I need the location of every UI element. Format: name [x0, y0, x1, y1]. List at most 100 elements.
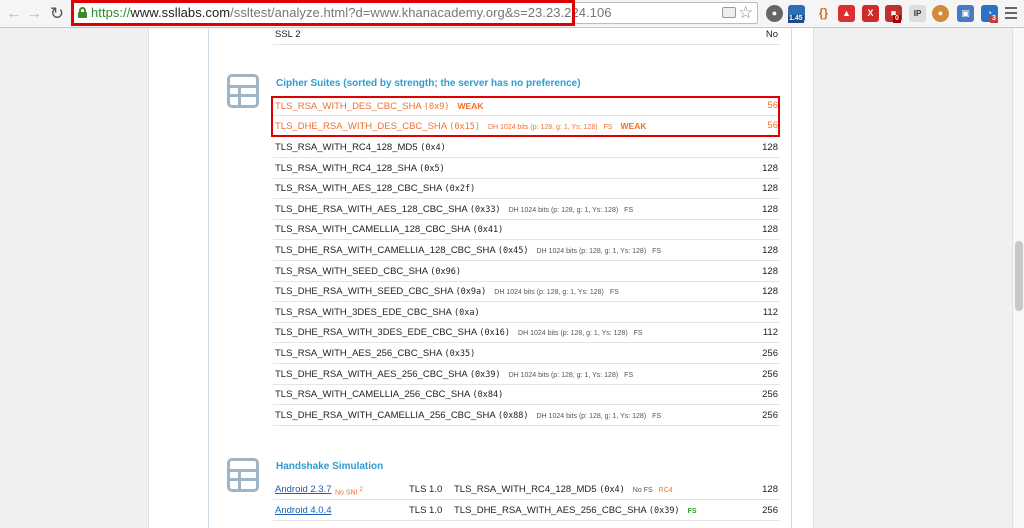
footnote-ref[interactable]: 2	[360, 487, 363, 493]
extension-counter-icon[interactable]: 1.45	[788, 5, 805, 23]
cipher-suite-name: TLS_DHE_RSA_WITH_CAMELLIA_256_CBC_SHA	[275, 409, 496, 421]
cipher-row: TLS_RSA_WITH_3DES_EDE_CBC_SHA (0xa) 112	[273, 303, 780, 323]
forward-secrecy-tag: FS	[652, 248, 662, 255]
no-sni-label: No SNI	[335, 489, 358, 497]
cipher-row: TLS_RSA_WITH_RC4_128_SHA (0x5) 128	[273, 159, 780, 179]
cipher-code: (0x39)	[469, 369, 501, 380]
cipher-name: TLS_RSA_WITH_AES_128_CBC_SHA (0x2f)	[275, 179, 475, 199]
cipher-code: (0x4)	[420, 143, 446, 153]
forward-secrecy-tag: FS	[652, 412, 662, 420]
client-link[interactable]: Android 2.3.7	[275, 480, 332, 500]
extension-braces-icon[interactable]: {}	[815, 5, 832, 22]
cipher-strength: 256	[762, 348, 778, 359]
extension-cookie-icon[interactable]: ●	[932, 5, 949, 22]
cipher-name: TLS_RSA_WITH_3DES_EDE_CBC_SHA (0xa)	[275, 303, 480, 323]
cipher-suite-name: TLS_RSA_WITH_RC4_128_SHA	[275, 162, 417, 174]
extension-x-icon[interactable]: X	[862, 5, 879, 22]
cipher-code: (0x9a)	[455, 287, 487, 298]
dh-params: DH 1024 bits (p: 128, g: 1, Ys: 128)	[508, 206, 619, 214]
extension-blocker-icon[interactable]: ■ 0	[885, 5, 902, 23]
extension-shield-icon[interactable]: ▲	[838, 5, 855, 22]
cipher-suite-name: TLS_DHE_RSA_WITH_CAMELLIA_128_CBC_SHA	[275, 245, 496, 256]
dh-params: DH 1024 bits (p: 128, g: 1, Ys: 128)	[508, 371, 619, 379]
protocol-name: SSL 2	[275, 29, 301, 40]
page-action-icon[interactable]	[722, 7, 736, 18]
forward-secrecy-tag: FS	[687, 508, 697, 515]
back-icon[interactable]: ←	[4, 4, 24, 24]
cipher-code: (0xa)	[453, 307, 480, 318]
protocol-version: TLS 1.0	[409, 505, 443, 516]
protocol-version: TLS 1.0	[409, 484, 443, 495]
cipher-suite-name: TLS_RSA_WITH_RC4_128_MD5	[454, 484, 597, 495]
reload-icon[interactable]: ↻	[47, 4, 67, 24]
cipher-name: TLS_DHE_RSA_WITH_AES_256_CBC_SHA (0x39) D…	[275, 365, 633, 386]
bookmark-star-icon[interactable]: ☆	[738, 3, 753, 23]
extension-window-icon[interactable]: ▣	[957, 5, 974, 22]
protocol-value: No	[765, 29, 778, 40]
cipher-suite-name: TLS_RSA_WITH_CAMELLIA_256_CBC_SHA	[275, 389, 470, 401]
cipher-name: TLS_RSA_WITH_CAMELLIA_128_CBC_SHA (0x41)	[275, 220, 503, 240]
cipher-strength: 128	[762, 245, 778, 256]
url-highlight-annotation	[71, 0, 575, 26]
cipher-name: TLS_DHE_RSA_WITH_CAMELLIA_128_CBC_SHA (0…	[275, 241, 661, 262]
cipher-strength: 128	[762, 183, 778, 195]
cipher-code: (0x2f)	[444, 184, 476, 195]
dh-params: DH 1024 bits (p: 128, g: 1, Ys: 128)	[494, 289, 604, 297]
no-sni-note: No SNI 2	[335, 480, 363, 503]
extension-badge: 1.45	[788, 15, 804, 23]
vertical-scrollbar[interactable]	[1012, 28, 1024, 528]
protocol-row: SSL 2 No	[273, 25, 780, 45]
scrollbar-thumb[interactable]	[1015, 241, 1023, 311]
cipher-row: TLS_RSA_WITH_CAMELLIA_256_CBC_SHA (0x84)…	[273, 385, 780, 406]
table-section-icon	[227, 458, 259, 492]
cipher-code: (0x4)	[599, 485, 625, 495]
client-link[interactable]: Android 4.0.4	[275, 501, 332, 521]
cipher-row: TLS_DHE_RSA_WITH_SEED_CBC_SHA (0x9a) DH 1…	[273, 282, 780, 303]
cipher-name: TLS_DHE_RSA_WITH_CAMELLIA_256_CBC_SHA (0…	[275, 406, 661, 427]
extension-signal-icon[interactable]: ◔ 3	[981, 5, 998, 23]
cipher-suite-name: TLS_RSA_WITH_SEED_CBC_SHA	[275, 265, 428, 277]
extension-globe-icon[interactable]: ●	[766, 5, 783, 22]
dh-params: DH 1024 bits (p: 128, g: 1, Ys: 128)	[518, 330, 628, 338]
cipher-row: TLS_DHE_RSA_WITH_CAMELLIA_128_CBC_SHA (0…	[273, 241, 780, 261]
cipher-code: (0x88)	[497, 410, 529, 421]
cipher-name: TLS_RSA_WITH_RC4_128_MD5 (0x4)	[275, 138, 446, 158]
cipher-suite-name: TLS_RSA_WITH_AES_128_CBC_SHA	[275, 183, 442, 195]
cipher-row: TLS_RSA_WITH_CAMELLIA_128_CBC_SHA (0x41)…	[273, 220, 780, 241]
cipher-name: TLS_RSA_WITH_RC4_128_SHA (0x5)	[275, 159, 445, 179]
table-section-icon	[227, 74, 259, 108]
cipher-code: (0x16)	[479, 328, 511, 339]
forward-secrecy-tag: FS	[624, 371, 634, 379]
extension-ip-icon[interactable]: IP	[909, 5, 926, 22]
menu-icon[interactable]	[1005, 7, 1017, 22]
cipher-code: (0x33)	[469, 204, 501, 215]
cipher-code: (0x45)	[497, 246, 529, 256]
cipher-row: TLS_DHE_RSA_WITH_AES_256_CBC_SHA (0x39) D…	[273, 365, 780, 385]
handshake-row: Android 2.3.7 No SNI 2 TLS 1.0 TLS_RSA_WITH…	[273, 480, 780, 500]
forward-secrecy-tag: FS	[633, 330, 643, 338]
extension-badge: 0	[893, 15, 901, 23]
cipher-name: TLS_RSA_WITH_SEED_CBC_SHA (0x96)	[275, 262, 461, 282]
dh-params: DH 1024 bits (p: 128, g: 1, Ys: 128)	[536, 248, 647, 255]
negotiated-suite: TLS_DHE_RSA_WITH_AES_256_CBC_SHA (0x39) F…	[454, 501, 697, 522]
cipher-suites-title: Cipher Suites (sorted by strength; the s…	[276, 78, 581, 89]
cipher-name: TLS_DHE_RSA_WITH_AES_128_CBC_SHA (0x33) D…	[275, 200, 633, 221]
cipher-suite-name: TLS_DHE_RSA_WITH_SEED_CBC_SHA	[275, 286, 453, 298]
cipher-code: (0x39)	[648, 506, 680, 516]
forward-secrecy-tag: FS	[624, 206, 634, 214]
cipher-name: TLS_DHE_RSA_WITH_3DES_EDE_CBC_SHA (0x16)…	[275, 323, 643, 344]
cipher-suite-name: TLS_DHE_RSA_WITH_AES_256_CBC_SHA	[275, 368, 468, 380]
cipher-suite-name: TLS_RSA_WITH_AES_256_CBC_SHA	[275, 348, 442, 359]
cipher-name: TLS_RSA_WITH_CAMELLIA_256_CBC_SHA (0x84)	[275, 385, 503, 405]
forward-icon[interactable]: →	[24, 4, 44, 24]
handshake-row: Android 4.0.4 TLS 1.0 TLS_DHE_RSA_WITH_AES…	[273, 501, 780, 521]
cipher-strength: 128	[762, 142, 778, 153]
cipher-name: TLS_RSA_WITH_AES_256_CBC_SHA (0x35)	[275, 344, 475, 364]
cipher-strength: 256	[762, 409, 778, 421]
cipher-code: (0x84)	[472, 390, 504, 401]
cipher-row: TLS_RSA_WITH_RC4_128_MD5 (0x4) 128	[273, 138, 780, 158]
browser-toolbar: ← → ↻ https://www.ssllabs.com/ssltest/an…	[0, 0, 1024, 28]
handshake-simulation-title: Handshake Simulation	[276, 461, 384, 472]
weak-ciphers-highlight-annotation	[271, 96, 780, 137]
cipher-strength: 128	[762, 224, 778, 236]
